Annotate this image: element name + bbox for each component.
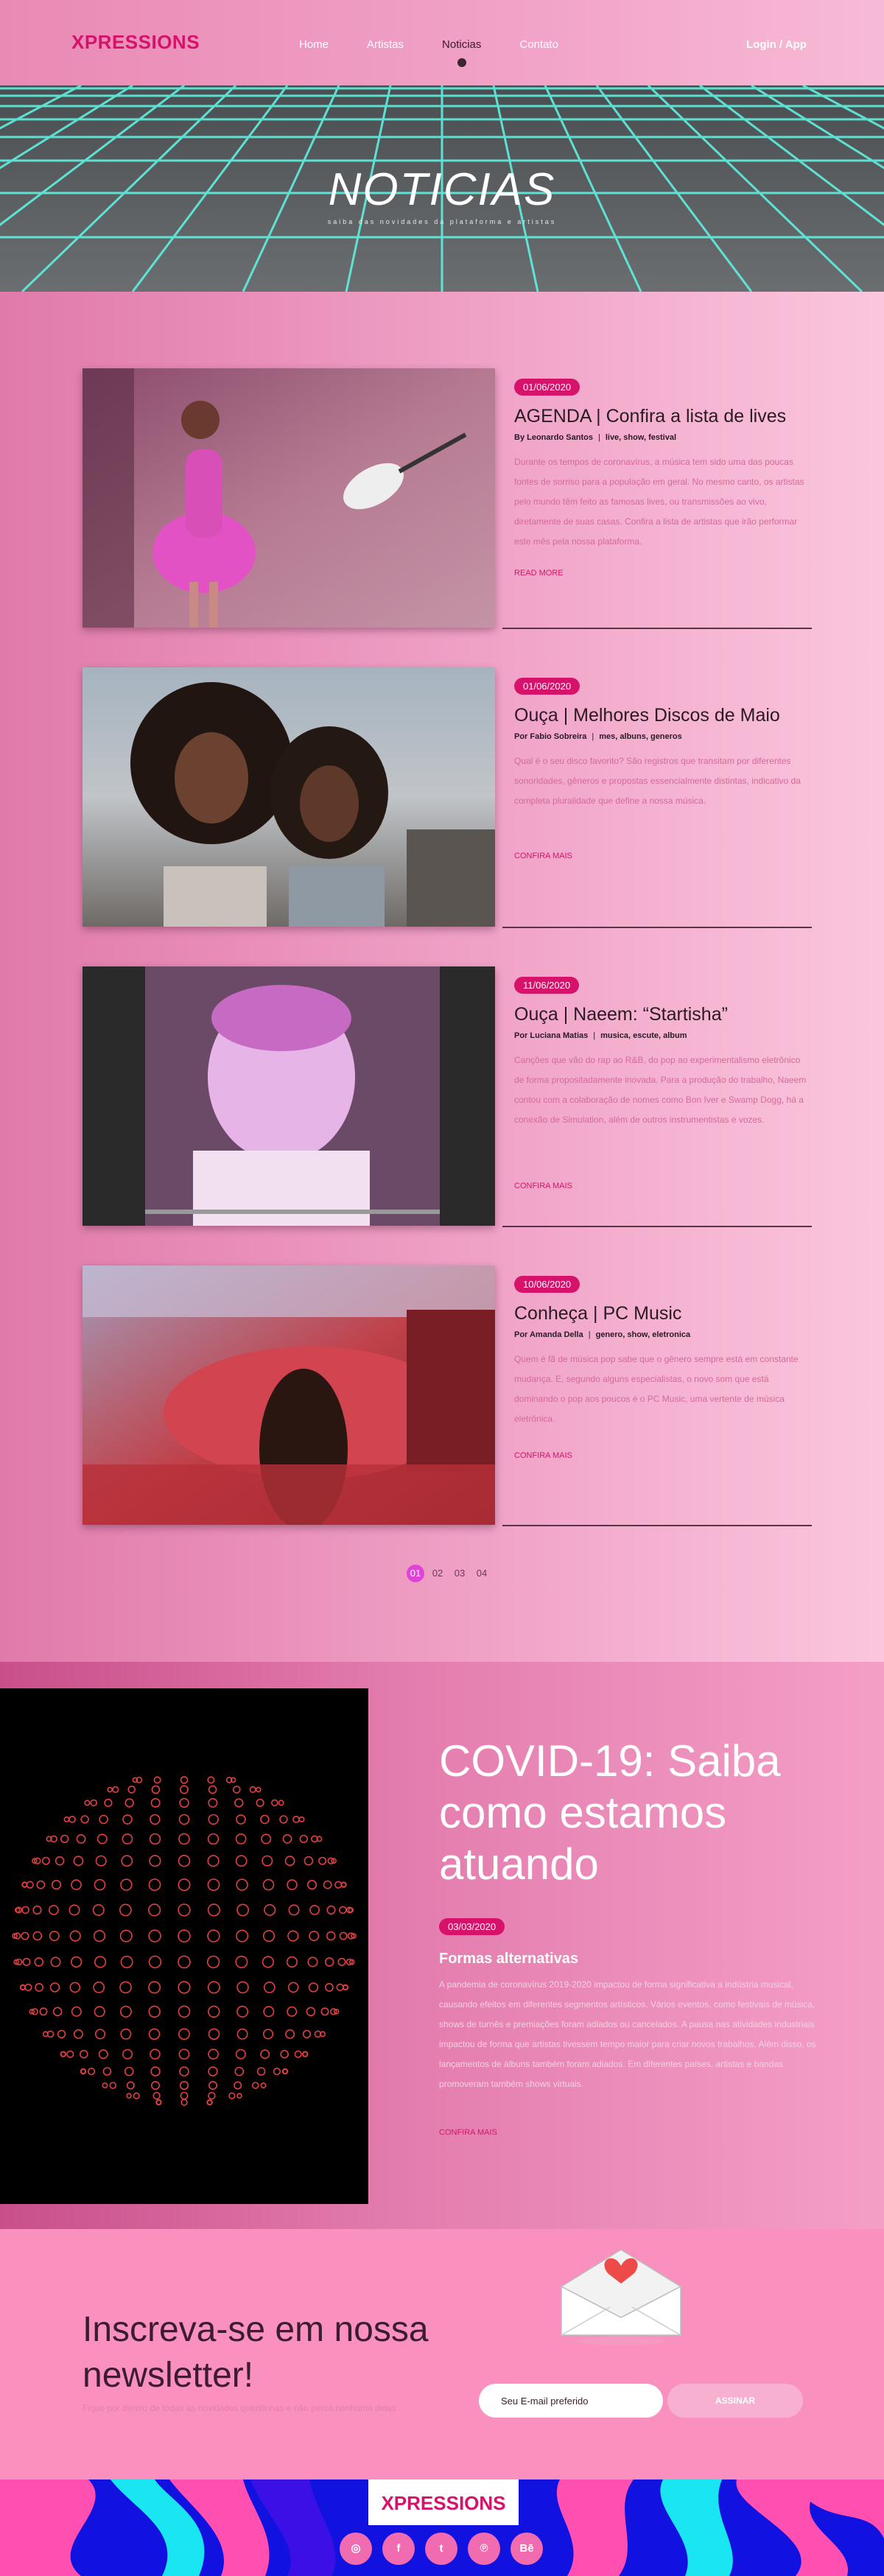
date-badge: 03/03/2020: [439, 1918, 505, 1935]
page-1[interactable]: 01: [407, 1565, 424, 1582]
news-author: Por Fabio Sobreira: [514, 732, 587, 741]
page-3[interactable]: 03: [451, 1565, 469, 1582]
news-card-body: 11/06/2020 Ouça | Naeem: “Startisha” Por…: [514, 977, 809, 1190]
envelope-heart-icon: [561, 2249, 681, 2345]
meta-separator: |: [593, 1031, 596, 1040]
page-2[interactable]: 02: [429, 1565, 446, 1582]
date-badge: 10/06/2020: [514, 1276, 580, 1293]
behance-icon[interactable]: Bē: [511, 2533, 543, 2565]
date-badge: 11/06/2020: [514, 977, 580, 994]
news-title[interactable]: Ouça | Naeem: “Startisha”: [514, 1004, 809, 1025]
news-tags: live, show, festival: [605, 433, 677, 442]
card-divider: [502, 628, 812, 629]
news-meta: Por Luciana Matias | musica, escute, album: [514, 1031, 809, 1040]
news-card: 01/06/2020 AGENDA | Confira a lista de l…: [83, 368, 812, 635]
nav-contato[interactable]: Contato: [519, 38, 558, 51]
read-more-link[interactable]: CONFIRA MAIS: [514, 852, 572, 860]
read-more-link[interactable]: CONFIRA MAIS: [514, 1182, 572, 1190]
news-card: 11/06/2020 Ouça | Naeem: “Startisha” Por…: [83, 966, 812, 1233]
date-badge: 01/06/2020: [514, 678, 580, 695]
twitter-icon[interactable]: t: [425, 2533, 457, 2565]
nav-artistas[interactable]: Artistas: [367, 38, 404, 51]
facebook-icon[interactable]: f: [382, 2533, 415, 2565]
card-divider: [502, 927, 812, 928]
covid-title: COVID-19: Saiba como estamos atuando: [439, 1736, 781, 1889]
hero-banner: NOTICIAS saiba das novidades da platafor…: [0, 85, 884, 292]
sphere-image: [0, 1688, 368, 2204]
card-divider: [502, 1226, 812, 1227]
news-meta: Por Amanda Della | genero, show, eletronic…: [514, 1330, 809, 1339]
newsletter-title: Inscreva-se em nossa newsletter!: [83, 2310, 429, 2395]
main-nav: Home Artistas Noticias Contato: [299, 38, 597, 67]
news-excerpt: Qual é o seu disco favorito? São registr…: [514, 756, 801, 806]
footer-logo[interactable]: XPRESSIONS: [368, 2480, 519, 2525]
news-excerpt: Canções que vão do rap ao R&B, do pop ao…: [514, 1055, 807, 1125]
pagination: 01 02 03 04: [407, 1565, 491, 1582]
site-footer: XPRESSIONS ◎ f t ℗ Bē: [0, 2480, 884, 2576]
news-excerpt: Durante os tempos de coronavírus, a músi…: [514, 457, 804, 547]
news-title[interactable]: Conheça | PC Music: [514, 1303, 809, 1324]
covid-text: A pandemia de coronavírus 2019-2020 impa…: [439, 1979, 816, 2089]
newsletter-section: Inscreva-se em nossa newsletter! Fique p…: [0, 2229, 884, 2480]
covid-section: COVID-19: Saiba como estamos atuando 03/…: [0, 1662, 884, 2229]
nav-noticias[interactable]: Noticias: [442, 38, 482, 67]
news-author: By Leonardo Santos: [514, 433, 593, 442]
newsletter-email-input[interactable]: [479, 2384, 663, 2418]
news-card-body: 01/06/2020 Ouça | Melhores Discos de Mai…: [514, 678, 809, 860]
social-links: ◎ f t ℗ Bē: [340, 2533, 543, 2565]
news-meta: By Leonardo Santos | live, show, festival: [514, 433, 809, 442]
news-title[interactable]: Ouça | Melhores Discos de Maio: [514, 705, 809, 726]
meta-separator: |: [597, 433, 600, 442]
news-image[interactable]: [83, 368, 495, 628]
news-author: Por Luciana Matias: [514, 1031, 589, 1040]
meta-separator: |: [592, 732, 594, 741]
site-logo[interactable]: XPRESSIONS: [71, 31, 200, 54]
news-excerpt: Quem é fã de música pop sabe que o gêner…: [514, 1354, 799, 1424]
covid-date-badge: 03/03/2020: [439, 1918, 505, 1935]
covid-read-more-link[interactable]: CONFIRA MAIS: [439, 2128, 497, 2137]
meta-separator: |: [588, 1330, 591, 1339]
news-card: 10/06/2020 Conheça | PC Music Por Amanda…: [83, 1266, 812, 1532]
read-more-link[interactable]: READ MORE: [514, 569, 564, 578]
hero-title: NOTICIAS: [328, 164, 556, 215]
news-tags: musica, escute, album: [600, 1031, 687, 1040]
nav-noticias-label: Noticias: [442, 38, 482, 51]
hero-subtitle: saiba das novidades da plataforma e arti…: [327, 218, 557, 225]
active-nav-indicator: [457, 58, 466, 67]
covid-subtitle: Formas alternativas: [439, 1951, 578, 1967]
subscribe-button[interactable]: ASSINAR: [667, 2384, 803, 2418]
news-author: Por Amanda Della: [514, 1330, 583, 1339]
news-meta: Por Fabio Sobreira | mes, albuns, generos: [514, 732, 809, 741]
instagram-icon[interactable]: ◎: [340, 2533, 372, 2565]
pinterest-icon[interactable]: ℗: [468, 2533, 500, 2565]
news-image[interactable]: [83, 667, 495, 927]
news-card-body: 10/06/2020 Conheça | PC Music Por Amanda…: [514, 1276, 809, 1460]
news-tags: genero, show, eletronica: [595, 1330, 691, 1339]
login-app-link[interactable]: Login / App: [746, 38, 807, 51]
nav-home[interactable]: Home: [299, 38, 329, 51]
news-image[interactable]: [83, 966, 495, 1226]
card-divider: [502, 1525, 812, 1526]
date-badge: 01/06/2020: [514, 379, 580, 396]
news-section: 01/06/2020 AGENDA | Confira a lista de l…: [0, 292, 884, 1662]
news-image[interactable]: [83, 1266, 495, 1525]
read-more-link[interactable]: CONFIRA MAIS: [514, 1451, 572, 1460]
site-header: XPRESSIONS Home Artistas Noticias Contat…: [0, 0, 884, 85]
newsletter-subtitle: Fique por dentro de todas as novidades q…: [83, 2403, 399, 2413]
news-tags: mes, albuns, generos: [599, 732, 682, 741]
page-4[interactable]: 04: [473, 1565, 491, 1582]
news-card: 01/06/2020 Ouça | Melhores Discos de Mai…: [83, 667, 812, 934]
news-title[interactable]: AGENDA | Confira a lista de lives: [514, 406, 809, 427]
news-card-body: 01/06/2020 AGENDA | Confira a lista de l…: [514, 379, 809, 578]
